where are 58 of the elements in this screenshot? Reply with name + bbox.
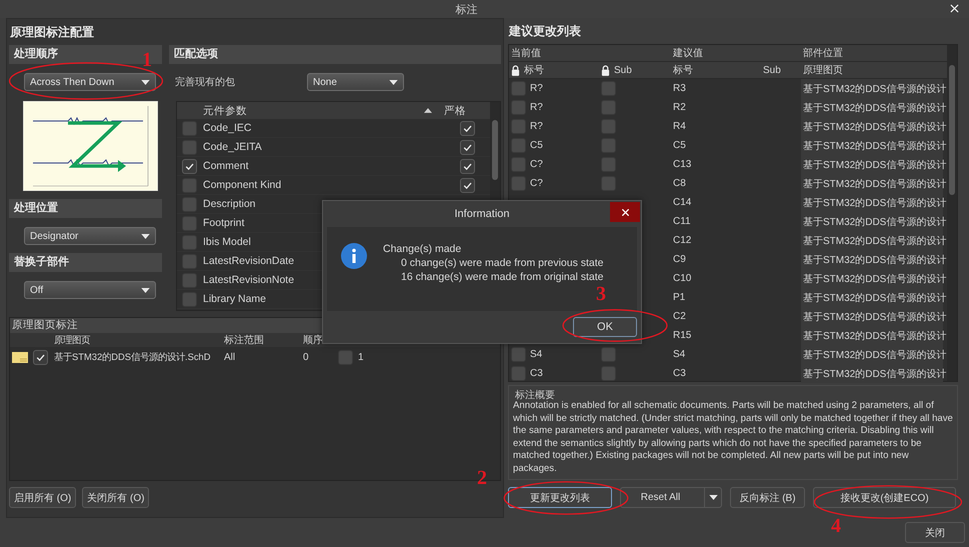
table-cell: C? [530,159,543,170]
table-cell-text: R3 [672,82,687,96]
table-cell: C5 [530,140,543,151]
field-label: 完善现有的包 [174,76,236,89]
table-cell-text: R4 [672,120,687,134]
table-cell: C? [530,178,543,189]
table-cell-text: C5 [672,139,687,153]
section-header: 替换子部件 [9,253,162,272]
table-cell-text: C13 [672,158,692,172]
column-group-header: 建议值 [672,46,704,60]
table-cell-text: C8 [672,177,687,191]
panel-title: 建议更改列表 [508,23,582,40]
column-group-header: 当前值 [510,46,542,60]
column-group-header: 部件位置 [802,46,844,60]
annotation-number: 2 [477,468,487,488]
message-line: 16 change(s) were made from original state [400,270,604,284]
panel-title: 原理图标注配置 [9,24,95,41]
annotation-number: 1 [142,50,152,70]
table-cell-text: Code_JEITA [202,141,262,153]
table-cell: C3 [530,368,543,379]
table-cell-text: Ibis Model [202,236,251,248]
table-cell-text: All [224,352,236,362]
table-cell-text: Comment [202,160,249,172]
table-cell-text: P1 [672,291,686,305]
group-title: 标注概要 [515,388,555,401]
table-cell-text: C3 [672,367,687,381]
table-cell-text: C9 [672,253,687,267]
annotation-number: 3 [596,284,606,304]
table-cell-text: Component Kind [202,179,282,191]
section-header: 处理位置 [9,199,162,218]
table-cell-text: LatestRevisionNote [202,274,294,286]
table-cell-text: 1 [358,352,365,362]
table-cell-text: R15 [672,329,692,343]
table-cell: R? [530,102,543,113]
message-heading: Change(s) made [383,242,462,256]
table-cell-text: C10 [672,272,692,286]
table-cell-text: R2 [672,101,687,115]
annotation-number: 4 [831,516,841,536]
window-title: 标注 [456,2,478,16]
table-cell: S4 [530,349,542,360]
table-cell-text: Library Name [202,293,266,305]
table-cell-text: C11 [672,215,692,229]
table-cell-text: 基于STM32的DDS信号源的设计.SchD [54,350,212,364]
table-cell: R? [530,83,543,94]
table-cell-text: Description [202,198,256,210]
table-cell-text: C12 [672,234,692,248]
table-cell-text: 0 [303,352,310,362]
section-header: 匹配选项 [169,45,501,64]
message-line: 0 change(s) were made from previous state [400,256,604,270]
table-cell-text: Code_IEC [202,122,252,134]
table-cell-text: Footprint [202,217,244,229]
table-cell-text: S4 [672,348,686,362]
table-cell-text: LatestRevisionDate [202,255,294,267]
summary-text: Annotation is enabled for all schematic documents. Parts will be matched using 2 parameters, all of which will be strictly matched. (Under strict matching, parts will only be matched together if they all have the same parameters and parameter values, with respect to the matching criteria. Disabling this will extend the semantics slightly by allowing parts which do not have the specified parameters to be matched together.) Existing packages will not be completed. All new parts will be put into new packages. [513,400,953,475]
table-cell: R? [530,121,543,132]
table-cell-text: C14 [672,196,692,210]
table-cell-text: C2 [672,310,687,324]
dialog-title: Information [454,208,510,220]
